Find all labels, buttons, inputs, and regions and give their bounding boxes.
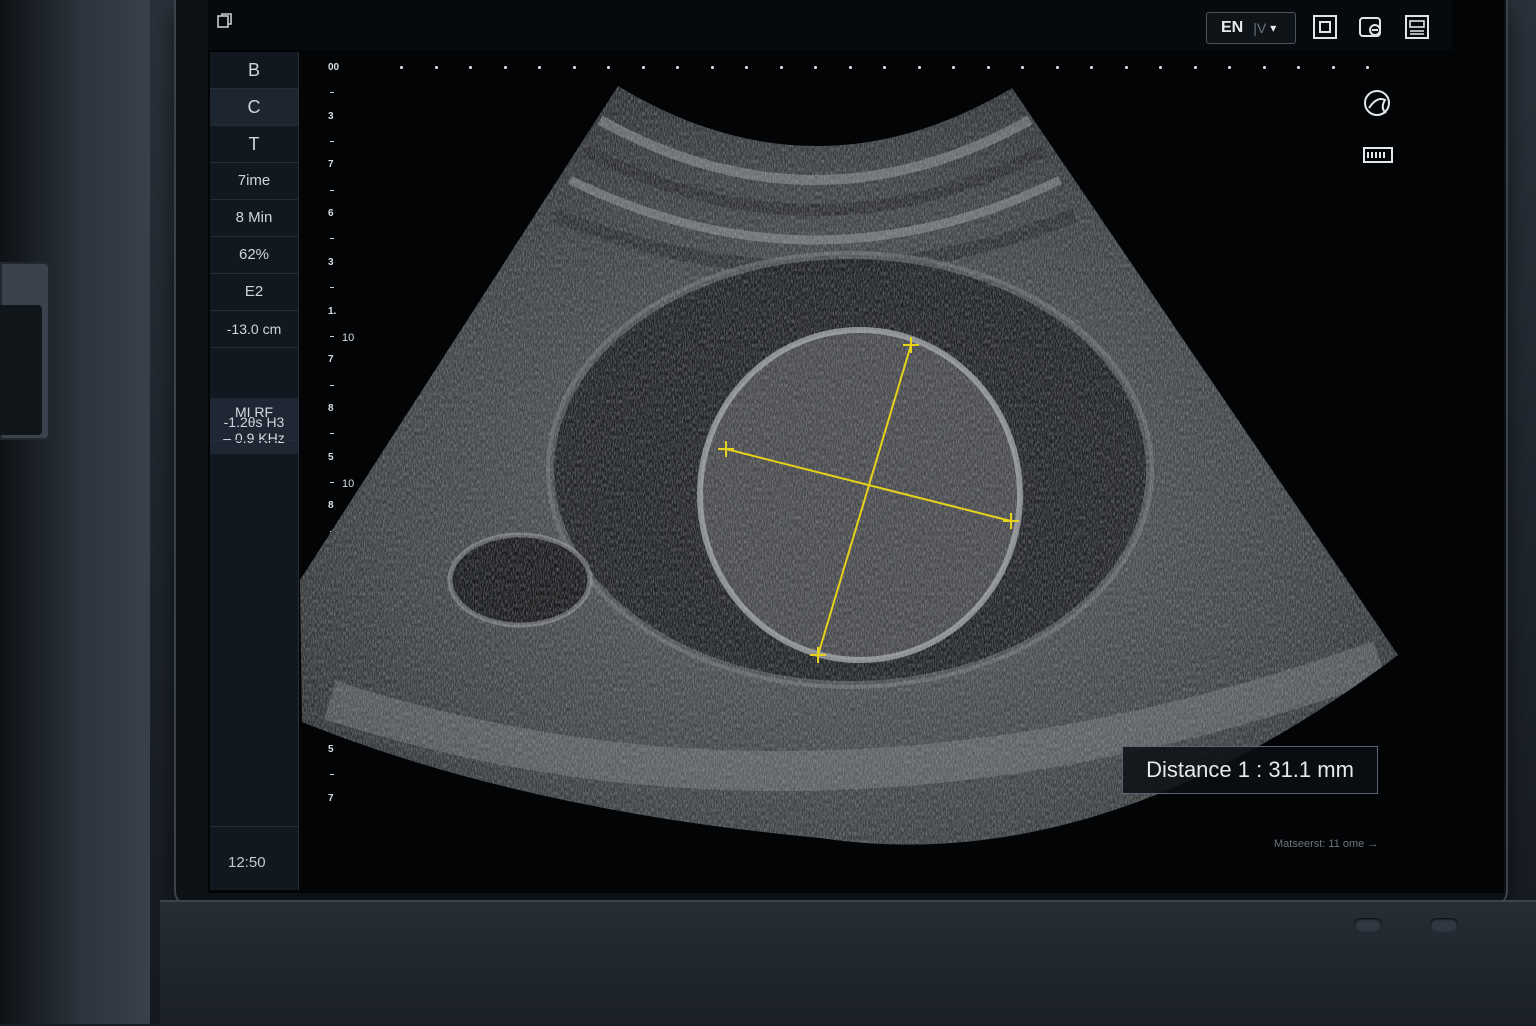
footer-note: Matseerst: 11 ome → — [1274, 838, 1379, 850]
battery-icon — [1362, 138, 1396, 172]
distance-measurement: Distance 1 : 31.1 mm — [1122, 746, 1378, 794]
probe-icon[interactable] — [1360, 86, 1394, 120]
ultrasound-image — [300, 86, 1398, 845]
